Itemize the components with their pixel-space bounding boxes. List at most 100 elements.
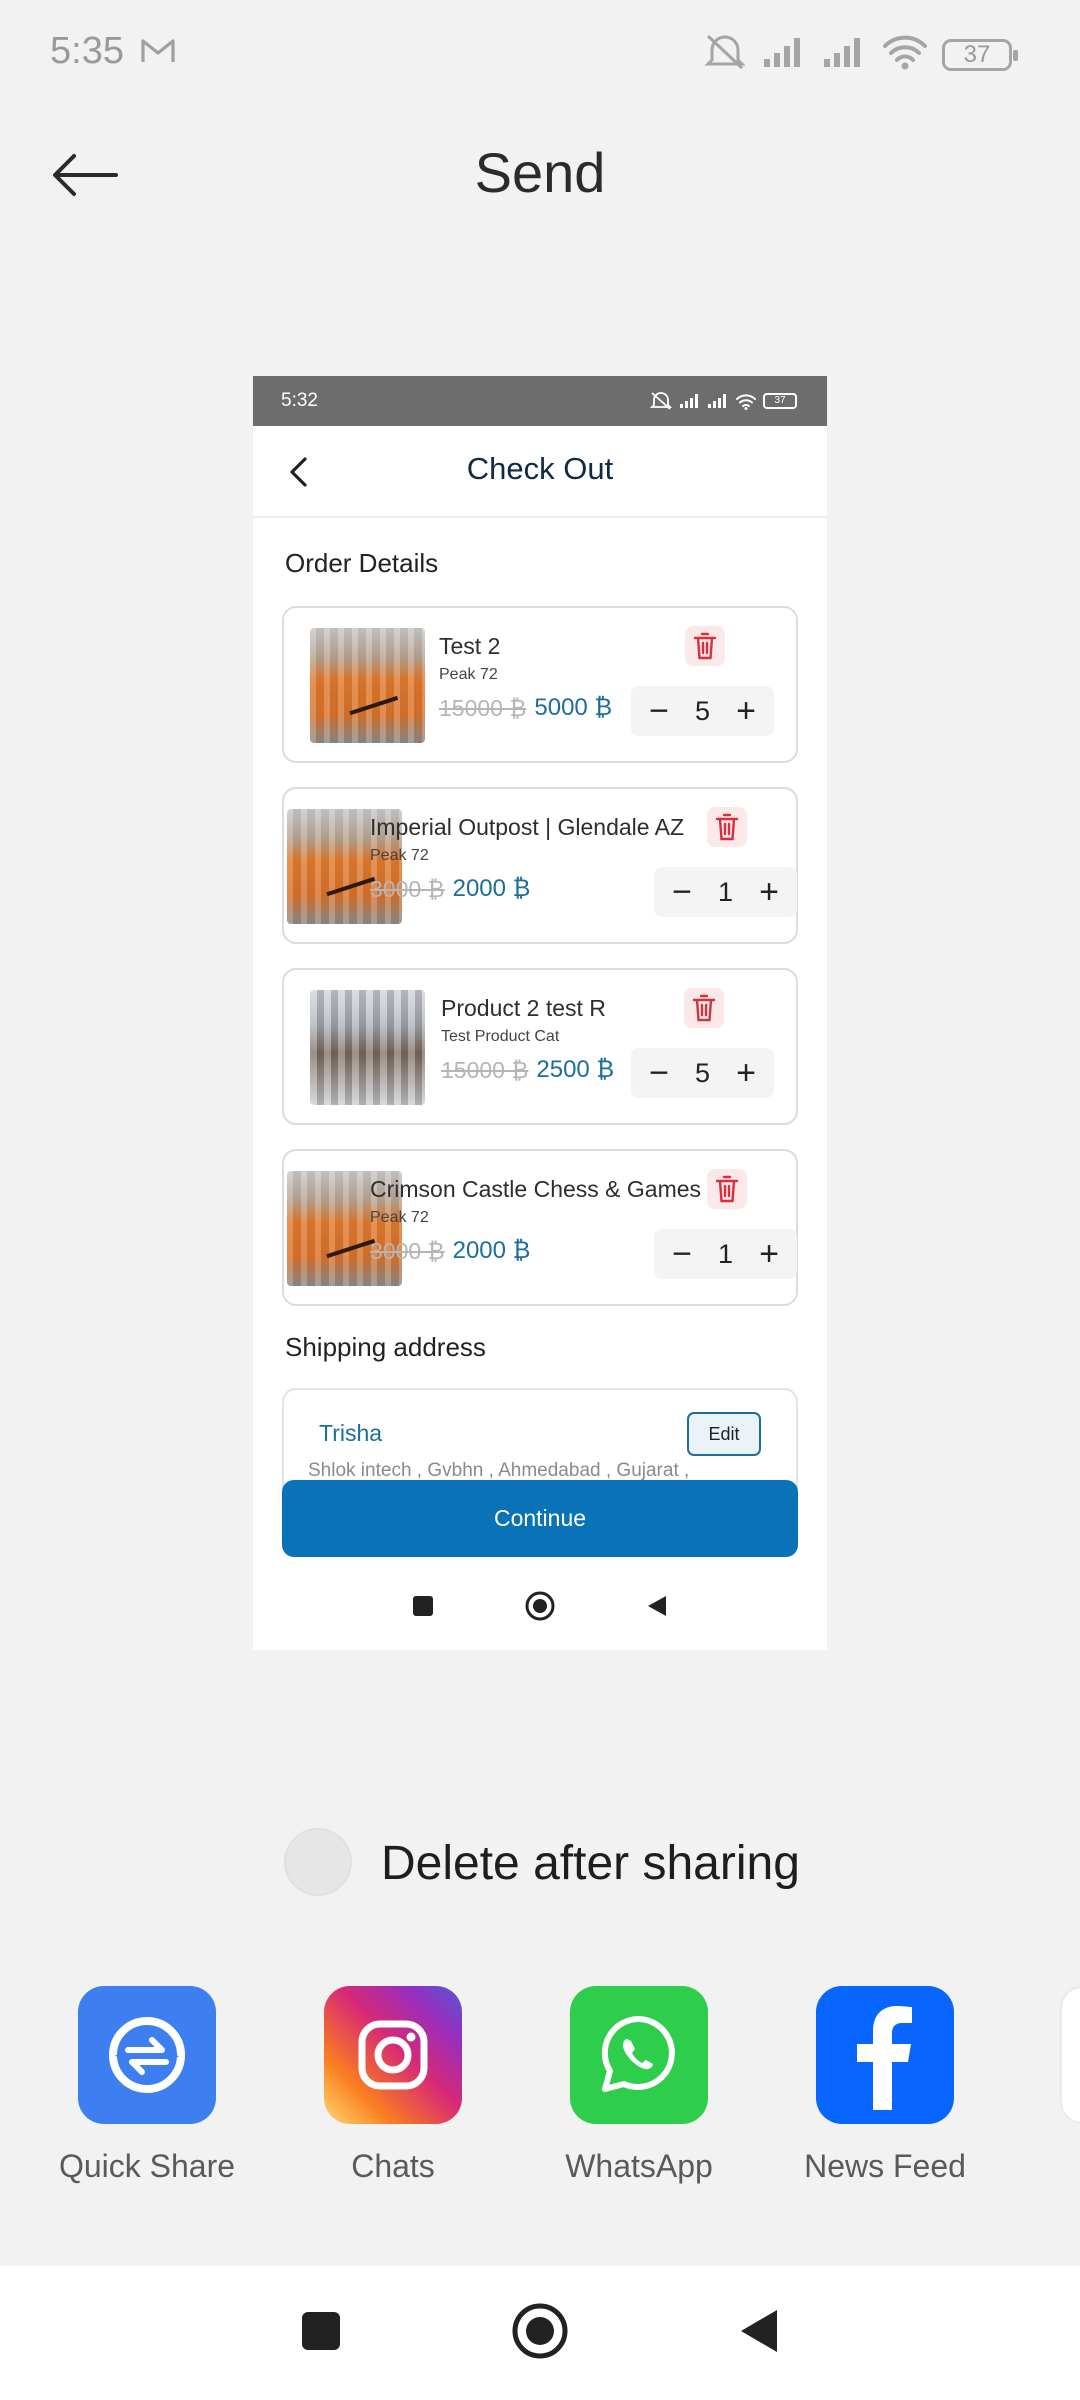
share-target-next[interactable]	[1062, 1988, 1080, 2122]
product-prices: 3000 ₿ 2000 ₿	[370, 875, 530, 903]
delete-item-button[interactable]	[707, 807, 747, 847]
gmail-icon	[140, 38, 176, 69]
share-target-news-feed[interactable]: News Feed	[785, 1986, 985, 2185]
back-triangle-icon	[648, 1596, 666, 1616]
quantity-stepper: − 1 +	[654, 867, 797, 917]
increase-qty-button[interactable]: +	[732, 1056, 760, 1090]
trash-icon	[692, 994, 716, 1022]
preview-header: Check Out	[253, 426, 827, 518]
product-category: Peak 72	[370, 847, 429, 864]
product-prices: 15000 ₿ 2500 ₿	[441, 1056, 614, 1084]
trash-icon	[693, 632, 717, 660]
delete-item-button[interactable]	[707, 1169, 747, 1209]
status-icons: 37	[702, 32, 1018, 77]
discount-price: 2000 ₿	[452, 875, 531, 902]
quantity-stepper: − 5 +	[631, 1048, 774, 1098]
mute-icon	[702, 32, 748, 77]
share-targets: Quick Share Chats WhatsApp News Feed	[0, 1986, 1080, 2206]
decrease-qty-button[interactable]: −	[645, 694, 673, 728]
signal-icon-2	[822, 35, 868, 74]
home-button[interactable]	[511, 2302, 569, 2365]
wifi-icon	[736, 393, 756, 410]
recents-icon	[302, 2311, 340, 2350]
continue-button[interactable]: Continue	[282, 1480, 798, 1557]
share-target-label: News Feed	[804, 2148, 966, 2184]
quantity-value: 1	[717, 1238, 734, 1269]
trash-icon	[715, 1175, 739, 1203]
original-price: 15000 ₿	[439, 694, 527, 721]
product-name: Test 2	[439, 633, 501, 659]
share-target-quick-share[interactable]: Quick Share	[47, 1986, 247, 2185]
product-prices: 15000 ₿ 5000 ₿	[439, 694, 612, 722]
discount-price: 2500 ₿	[536, 1056, 615, 1083]
discount-price: 5000 ₿	[534, 694, 613, 721]
delete-item-button[interactable]	[685, 626, 725, 666]
product-image	[310, 990, 425, 1105]
product-category: Peak 72	[370, 1209, 429, 1226]
order-item-card: Crimson Castle Chess & Games Peak 72 300…	[282, 1149, 798, 1306]
decrease-qty-button[interactable]: −	[668, 875, 696, 909]
address-line: Shlok intech , Gvbhn , Ahmedabad , Gujar…	[308, 1460, 690, 1481]
edit-address-button[interactable]: Edit	[687, 1412, 761, 1456]
trash-icon	[715, 813, 739, 841]
increase-qty-button[interactable]: +	[732, 694, 760, 728]
status-bar: 5:35 37	[0, 0, 1080, 110]
checkout-title: Check Out	[466, 451, 614, 486]
shipping-address-heading: Shipping address	[285, 1332, 486, 1362]
product-name: Imperial Outpost | Glendale AZ	[370, 814, 685, 840]
mute-icon	[649, 392, 673, 410]
home-icon	[512, 2303, 568, 2358]
decrease-qty-button[interactable]: −	[645, 1056, 673, 1090]
preview-status-icons: 37	[649, 391, 797, 411]
signal-icon	[762, 35, 808, 74]
battery-icon: 37	[763, 393, 797, 409]
quantity-value: 5	[694, 695, 711, 726]
battery-icon: 37	[942, 38, 1018, 71]
delete-after-sharing-label: Delete after sharing	[381, 1837, 800, 1890]
address-name: Trisha	[319, 1420, 383, 1446]
system-back-button[interactable]	[739, 2308, 779, 2359]
share-target-whatsapp[interactable]: WhatsApp	[539, 1986, 739, 2185]
quantity-value: 1	[717, 876, 734, 907]
order-item-card: Test 2 Peak 72 15000 ₿ 5000 ₿ − 5 +	[282, 606, 798, 763]
facebook-icon	[816, 1986, 954, 2124]
original-price: 15000 ₿	[441, 1056, 529, 1083]
delete-item-button[interactable]	[684, 988, 724, 1028]
quantity-stepper: − 5 +	[631, 686, 774, 736]
discount-price: 2000 ₿	[452, 1237, 531, 1264]
quantity-stepper: − 1 +	[654, 1229, 797, 1279]
product-name: Crimson Castle Chess & Games	[370, 1176, 702, 1202]
product-category: Peak 72	[439, 666, 498, 683]
order-details-heading: Order Details	[285, 548, 439, 578]
product-prices: 3000 ₿ 2000 ₿	[370, 1237, 530, 1265]
order-item-card: Imperial Outpost | Glendale AZ Peak 72 3…	[282, 787, 798, 944]
back-triangle-icon	[741, 2309, 777, 2352]
quick-share-icon	[78, 1986, 216, 2124]
preview-status-bar: 5:32 37	[253, 376, 827, 426]
share-target-label: WhatsApp	[565, 2148, 713, 2184]
increase-qty-button[interactable]: +	[755, 875, 783, 909]
product-image	[310, 628, 425, 743]
page-title: Send	[474, 141, 606, 204]
delete-after-sharing-checkbox[interactable]	[284, 1828, 352, 1896]
screenshot-preview: 5:32 37 Check Out Order Details Test 2 P…	[253, 376, 827, 1650]
share-target-label: Quick Share	[58, 2148, 236, 2184]
signal-icon	[680, 394, 698, 408]
preview-status-time: 5:32	[281, 390, 318, 411]
recents-icon	[413, 1596, 433, 1616]
product-category: Test Product Cat	[441, 1028, 560, 1045]
original-price: 3000 ₿	[370, 1237, 445, 1264]
preview-nav-bar	[253, 1581, 827, 1631]
nav-bar	[0, 2266, 1080, 2400]
recents-button[interactable]	[301, 2311, 341, 2356]
status-time: 5:35	[50, 30, 124, 72]
original-price: 3000 ₿	[370, 875, 445, 902]
increase-qty-button[interactable]: +	[755, 1237, 783, 1271]
wifi-icon	[882, 34, 928, 75]
instagram-icon	[324, 1986, 462, 2124]
signal-icon-2	[708, 394, 726, 408]
decrease-qty-button[interactable]: −	[668, 1237, 696, 1271]
share-target-chats[interactable]: Chats	[293, 1986, 493, 2185]
product-name: Product 2 test R	[441, 995, 606, 1021]
quantity-value: 5	[694, 1057, 711, 1088]
